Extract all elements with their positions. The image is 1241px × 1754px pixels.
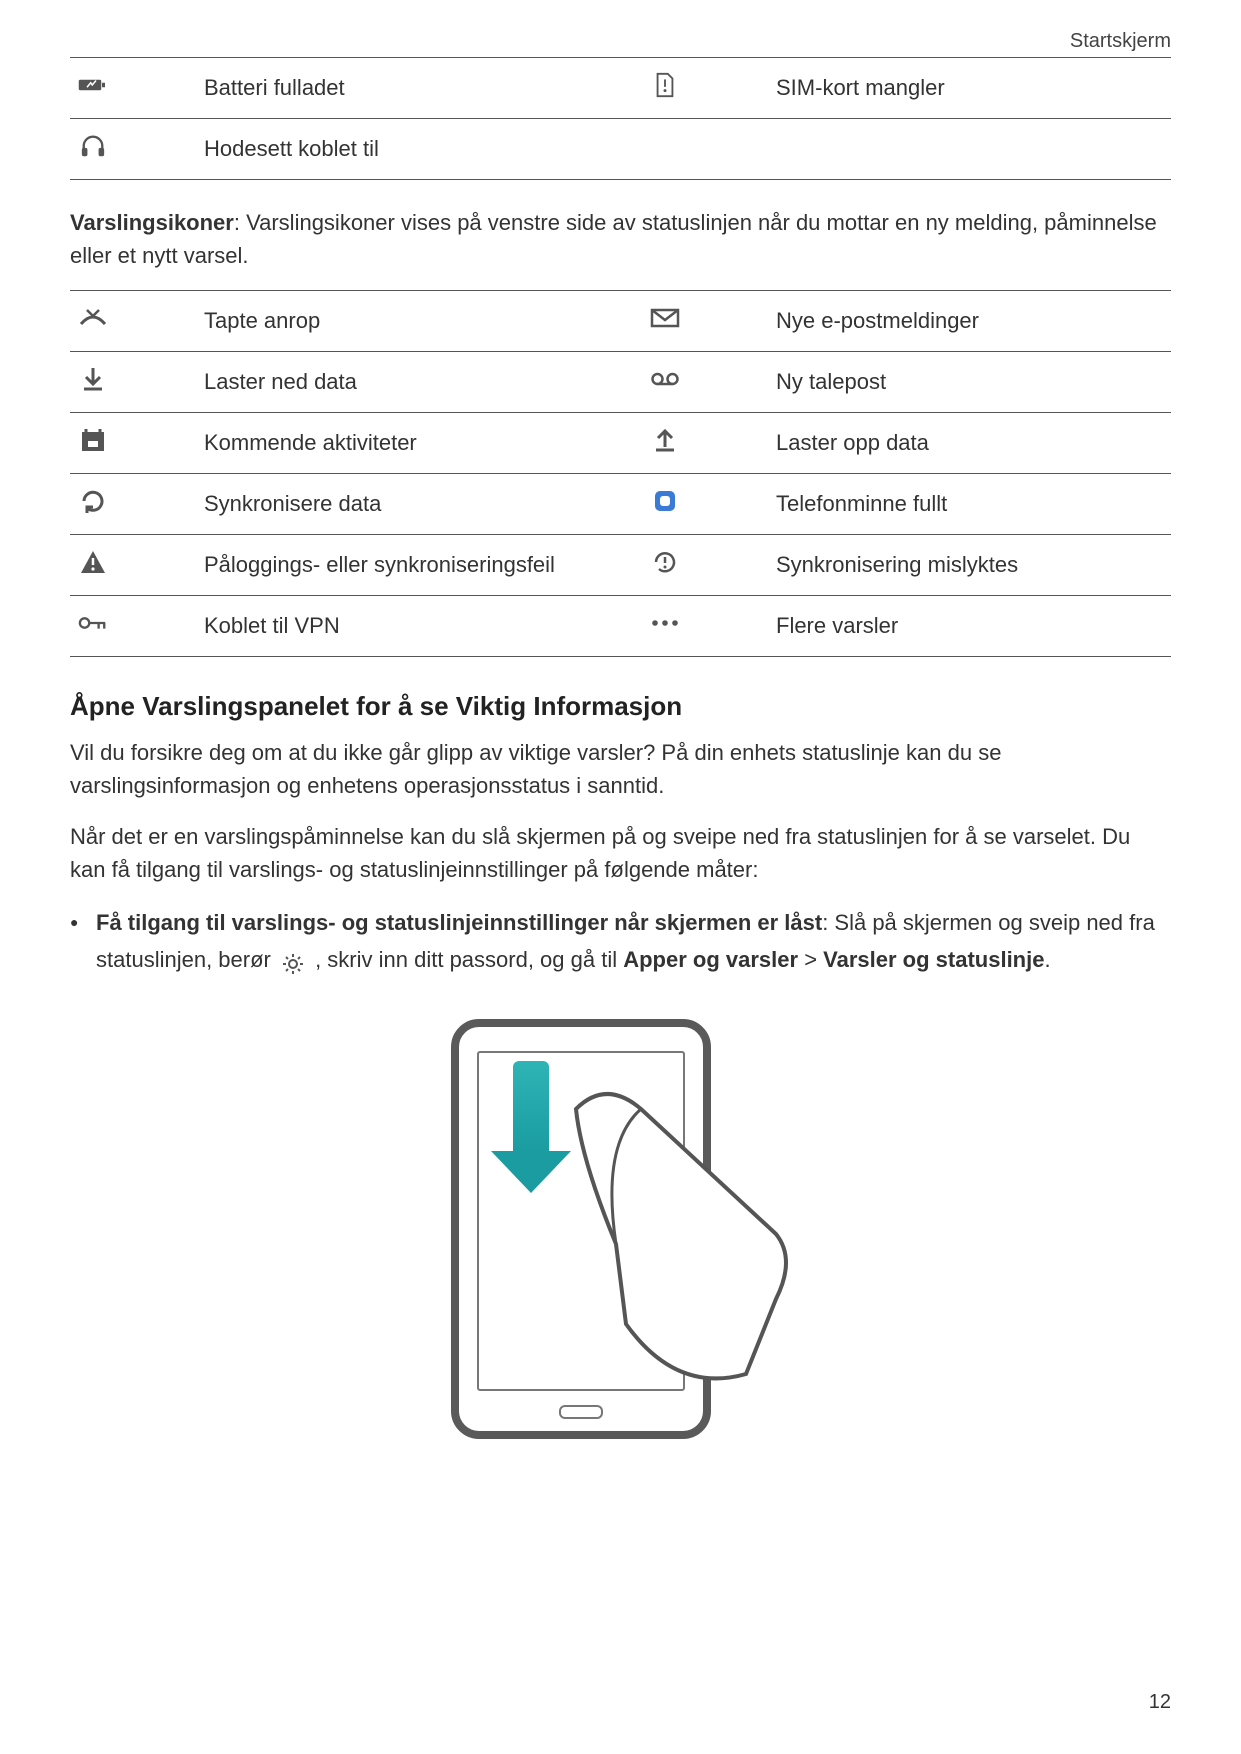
bullet-list: Få tilgang til varslings- og statuslinje… <box>70 904 1171 979</box>
path-part2: Varsler og statuslinje <box>823 947 1044 972</box>
page-header: Startskjerm <box>70 30 1171 57</box>
download-icon <box>70 352 196 413</box>
calendar-icon <box>70 413 196 474</box>
table-row: Kommende aktiviteter Laster opp data <box>70 413 1171 474</box>
bullet-tail2: , skriv inn ditt passord, og gå til <box>309 947 623 972</box>
bullet-item: Få tilgang til varslings- og statuslinje… <box>70 904 1171 979</box>
notification-icons-table: Tapte anrop Nye e-postmeldinger Laster n… <box>70 290 1171 657</box>
status-icons-table: Batteri fulladet SIM-kort mangler Hodese… <box>70 57 1171 180</box>
icon-label: Synkronisere data <box>196 474 642 535</box>
mail-icon <box>642 291 768 352</box>
icon-label: Flere varsler <box>768 596 1171 657</box>
icon-label: Ny talepost <box>768 352 1171 413</box>
bullet-lead: Få tilgang til varslings- og statuslinje… <box>96 910 822 935</box>
memory-full-icon <box>642 474 768 535</box>
table-row: Koblet til VPN Flere varsler <box>70 596 1171 657</box>
intro-lead: Varslingsikoner <box>70 210 234 235</box>
intro-rest: : Varslingsikoner vises på venstre side … <box>70 210 1157 268</box>
voicemail-icon <box>642 352 768 413</box>
missed-call-icon <box>70 291 196 352</box>
table-row: Synkronisere data Telefonminne fullt <box>70 474 1171 535</box>
icon-label: Laster opp data <box>768 413 1171 474</box>
settings-gear-icon <box>281 950 305 974</box>
icon-label: Kommende aktiviteter <box>196 413 642 474</box>
table-row: Batteri fulladet SIM-kort mangler <box>70 58 1171 119</box>
phone-home-button <box>559 1405 603 1419</box>
icon-label: Koblet til VPN <box>196 596 642 657</box>
battery-full-icon <box>70 58 196 119</box>
sync-failed-icon <box>642 535 768 596</box>
sync-icon <box>70 474 196 535</box>
icon-label: Tapte anrop <box>196 291 642 352</box>
table-row: Påloggings- eller synkroniseringsfeil Sy… <box>70 535 1171 596</box>
section-heading: Åpne Varslingspanelet for å se Viktig In… <box>70 691 1171 722</box>
icon-label: Påloggings- eller synkroniseringsfeil <box>196 535 642 596</box>
status-label: SIM-kort mangler <box>768 58 1171 119</box>
section-p2: Når det er en varslingspåminnelse kan du… <box>70 820 1171 886</box>
intro-paragraph: Varslingsikoner: Varslingsikoner vises p… <box>70 206 1171 272</box>
headset-icon <box>70 119 196 180</box>
icon-label: Laster ned data <box>196 352 642 413</box>
more-icon <box>642 596 768 657</box>
path-part1: Apper og varsler <box>623 947 798 972</box>
swipe-down-illustration <box>451 1019 791 1449</box>
status-label: Hodesett koblet til <box>196 119 642 180</box>
warning-icon <box>70 535 196 596</box>
table-row: Laster ned data Ny talepost <box>70 352 1171 413</box>
table-row: Hodesett koblet til <box>70 119 1171 180</box>
icon-label: Nye e-postmeldinger <box>768 291 1171 352</box>
page-number: 12 <box>1149 1691 1171 1714</box>
manual-page: Startskjerm Batteri fulladet SIM-kort ma… <box>0 0 1241 1754</box>
upload-icon <box>642 413 768 474</box>
path-sep: > <box>798 947 823 972</box>
section-p1: Vil du forsikre deg om at du ikke går gl… <box>70 736 1171 802</box>
hand-icon <box>546 1074 796 1399</box>
sim-missing-icon <box>642 58 768 119</box>
table-row: Tapte anrop Nye e-postmeldinger <box>70 291 1171 352</box>
icon-label: Synkronisering mislyktes <box>768 535 1171 596</box>
status-label: Batteri fulladet <box>196 58 642 119</box>
icon-label: Telefonminne fullt <box>768 474 1171 535</box>
vpn-icon <box>70 596 196 657</box>
path-end: . <box>1044 947 1050 972</box>
